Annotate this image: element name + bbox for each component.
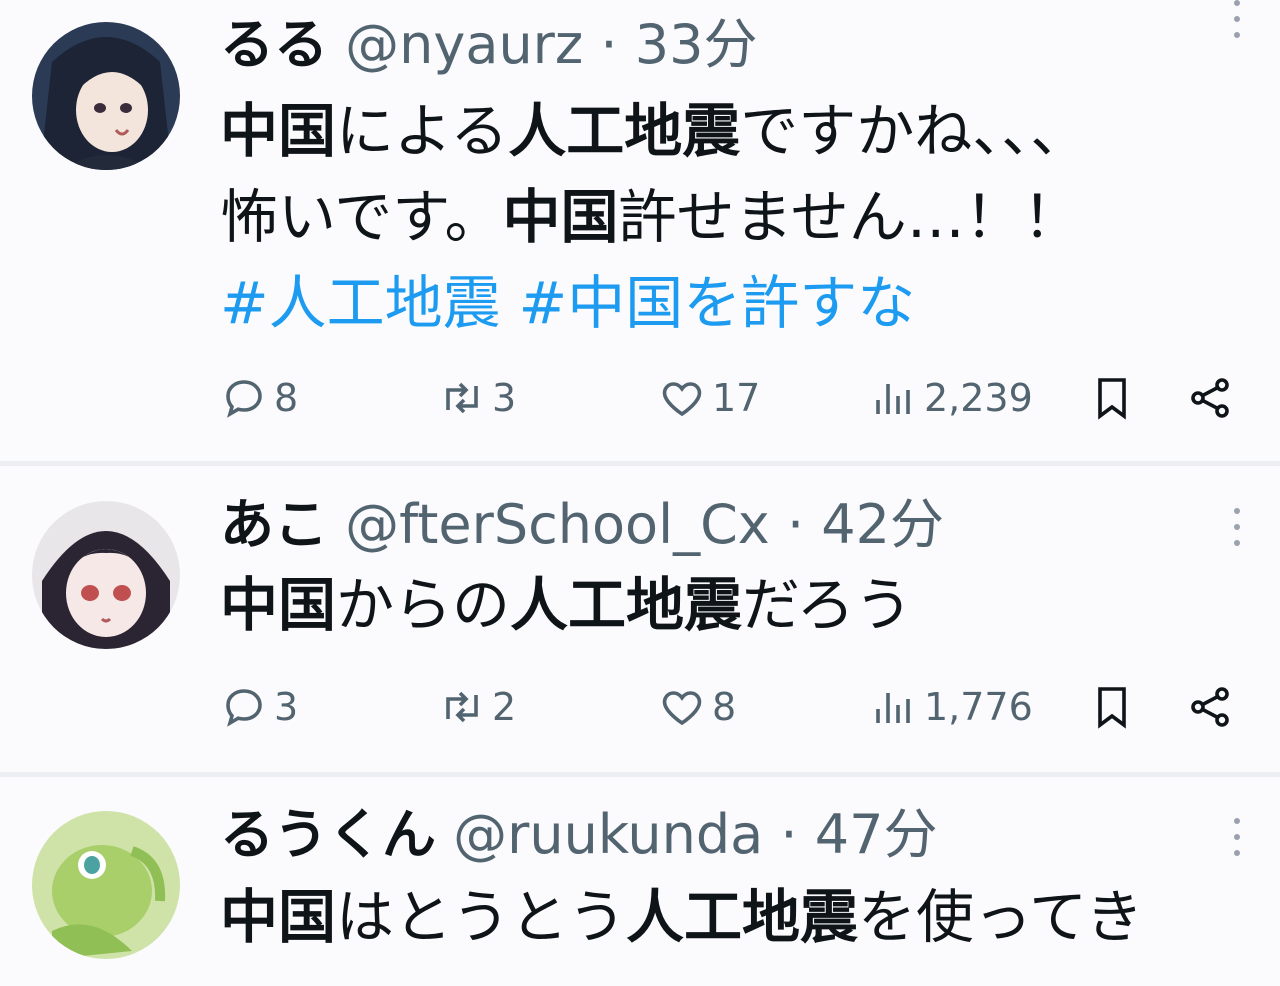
hashtags: #人工地震 #中国を許すな bbox=[220, 269, 933, 337]
tweet[interactable]: るる @nyaurz · 33分 中国による人工地震ですかね、、、 怖いです。中… bbox=[0, 0, 1280, 461]
avatar[interactable] bbox=[32, 811, 180, 959]
hashtag-link[interactable]: #人工地震 bbox=[220, 269, 501, 337]
retweet-icon bbox=[446, 691, 478, 723]
like-button[interactable]: 8 bbox=[658, 679, 736, 735]
text-bold: 人工地震 bbox=[508, 97, 741, 165]
display-name[interactable]: るる bbox=[220, 13, 328, 76]
text: ですかね、、、 bbox=[740, 97, 1089, 165]
reply-count: 3 bbox=[274, 685, 299, 729]
more-options-button[interactable] bbox=[1232, 818, 1242, 856]
share-button[interactable] bbox=[1186, 679, 1234, 735]
bookmark-button[interactable] bbox=[1088, 679, 1136, 735]
display-name[interactable]: あこ bbox=[220, 493, 328, 556]
view-count: 1,776 bbox=[924, 685, 1033, 729]
retweet-count: 2 bbox=[492, 685, 517, 729]
text: 怖いです。 bbox=[220, 183, 503, 251]
text-bold: 中国 bbox=[220, 571, 337, 639]
text-bold: 人工地震 bbox=[510, 571, 743, 639]
avatar[interactable] bbox=[32, 501, 180, 649]
bookmark-icon bbox=[1098, 687, 1126, 729]
text: だろう bbox=[742, 571, 913, 639]
tweet[interactable]: るうくん @ruukunda · 47分 中国はとうとう人工地震を使ってき bbox=[0, 777, 1280, 986]
like-count: 8 bbox=[712, 685, 737, 729]
more-vertical-icon bbox=[1234, 0, 1240, 6]
more-options-button[interactable] bbox=[1232, 508, 1242, 546]
tweet-text: 中国による人工地震ですかね、、、 怖いです。中国許せません…！！ #人工地震 #中… bbox=[220, 88, 1220, 346]
avatar-green-creature-icon bbox=[32, 811, 180, 959]
tweet-feed: るる @nyaurz · 33分 中国による人工地震ですかね、、、 怖いです。中… bbox=[0, 0, 1280, 986]
user-handle[interactable]: @fterSchool_Cx bbox=[345, 493, 770, 556]
dot bbox=[1234, 524, 1240, 530]
tweet-header: るうくん @ruukunda · 47分 bbox=[220, 804, 937, 866]
dot bbox=[1234, 16, 1240, 22]
text-bold: 人工地震 bbox=[626, 883, 859, 951]
text: 許せません…！！ bbox=[618, 183, 1081, 251]
more-vertical-icon bbox=[1234, 508, 1240, 514]
reply-icon bbox=[226, 689, 262, 727]
text-bold: 中国 bbox=[220, 97, 337, 165]
user-handle[interactable]: @ruukunda bbox=[453, 803, 763, 866]
hashtag-link[interactable]: #中国を許すな bbox=[519, 269, 916, 337]
text-bold: 中国 bbox=[220, 883, 337, 951]
more-options-button[interactable] bbox=[1232, 0, 1242, 38]
timestamp[interactable]: 47分 bbox=[815, 803, 938, 866]
views-button[interactable]: 1,776 bbox=[870, 679, 1033, 735]
tweet-text: 中国はとうとう人工地震を使ってき bbox=[220, 874, 1220, 960]
user-handle[interactable]: @nyaurz bbox=[345, 13, 583, 76]
avatar-anime-girl-dark-hair-icon bbox=[32, 22, 180, 170]
timestamp[interactable]: 33分 bbox=[635, 13, 758, 76]
share-icon bbox=[1191, 687, 1229, 727]
avatar[interactable] bbox=[32, 22, 180, 170]
reply-button[interactable]: 3 bbox=[220, 679, 298, 735]
dot bbox=[1234, 32, 1240, 38]
retweet-button[interactable]: 2 bbox=[438, 679, 516, 735]
text: からの bbox=[336, 571, 511, 639]
tweet-header: るる @nyaurz · 33分 bbox=[220, 14, 757, 76]
tweet-text: 中国からの人工地震だろう bbox=[220, 562, 1220, 648]
tweet-header: あこ @fterSchool_Cx · 42分 bbox=[220, 494, 944, 556]
avatar-anime-girl-red-eyes-icon bbox=[32, 501, 180, 649]
dot bbox=[1234, 850, 1240, 856]
text-bold: 中国 bbox=[502, 183, 619, 251]
views-icon bbox=[876, 693, 910, 723]
dot bbox=[1234, 540, 1240, 546]
display-name[interactable]: るうくん bbox=[220, 803, 436, 866]
more-vertical-icon bbox=[1234, 818, 1240, 824]
separator-dot: · bbox=[786, 493, 805, 556]
text: による bbox=[336, 97, 509, 165]
heart-icon bbox=[662, 691, 702, 726]
action-bar: 3 2 8 1,776 bbox=[220, 679, 1240, 735]
separator-dot: · bbox=[600, 13, 618, 76]
timestamp[interactable]: 42分 bbox=[821, 493, 944, 556]
dot bbox=[1234, 834, 1240, 840]
separator-dot: · bbox=[780, 803, 798, 866]
text: を使ってき bbox=[858, 883, 1144, 951]
text: はとうとう bbox=[336, 883, 627, 951]
